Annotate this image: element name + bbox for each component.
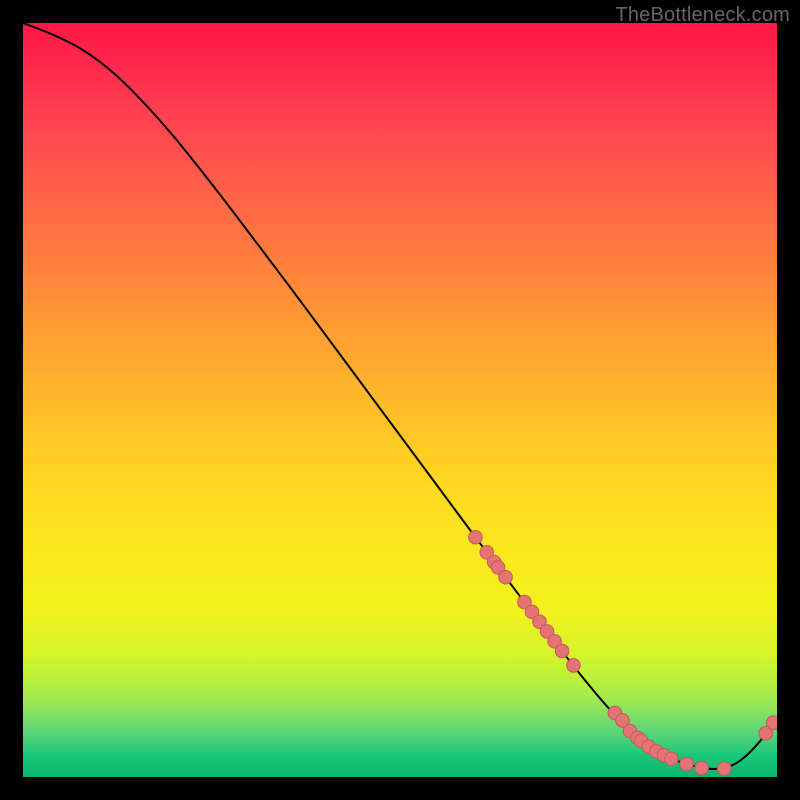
plot-area — [23, 23, 777, 777]
chart-container: TheBottleneck.com — [0, 0, 800, 800]
